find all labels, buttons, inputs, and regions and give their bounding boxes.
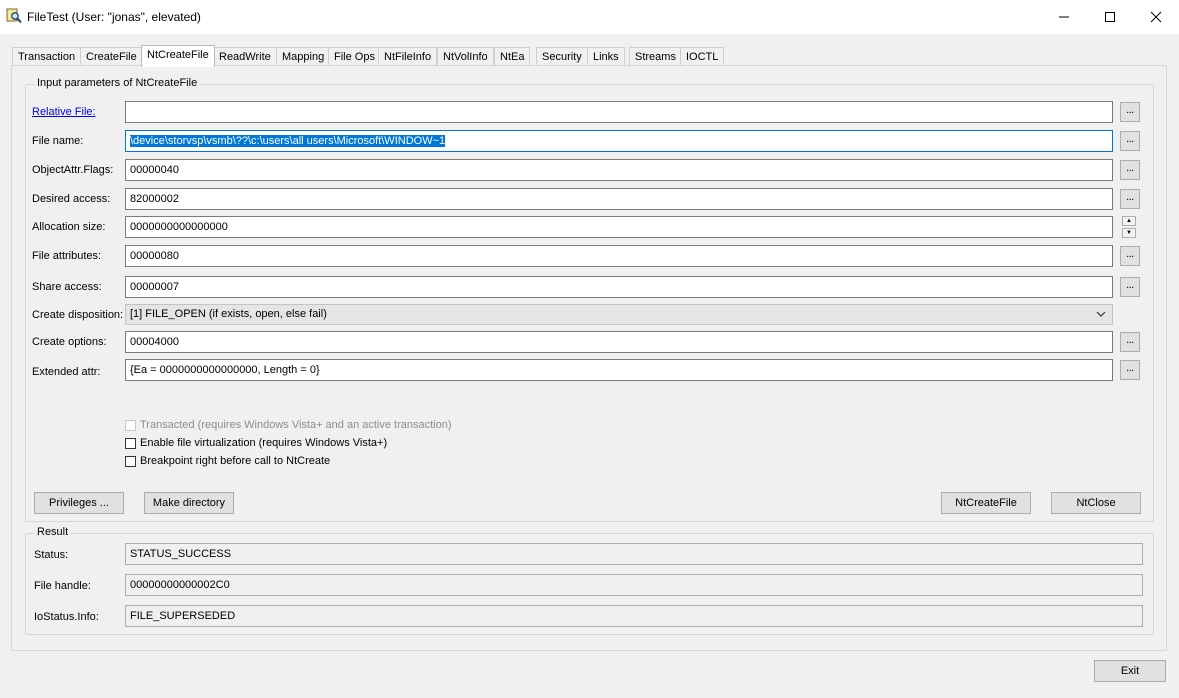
maximize-button[interactable] (1087, 0, 1133, 34)
extended-attr-input[interactable]: {Ea = 0000000000000000, Length = 0} (125, 359, 1113, 381)
allocation-size-spinner[interactable]: ▲ ▼ (1122, 216, 1136, 238)
relative-file-browse-button[interactable]: ... (1120, 102, 1140, 122)
tab-mapping[interactable]: Mapping (276, 47, 331, 66)
title-bar[interactable]: FileTest (User: "jonas", elevated) (0, 0, 1179, 34)
transacted-checkbox-box[interactable] (125, 419, 136, 431)
file-name-browse-button[interactable]: ... (1120, 131, 1140, 151)
minimize-icon (1059, 16, 1069, 18)
desired-access-browse-button[interactable]: ... (1120, 189, 1140, 209)
close-icon (1150, 11, 1162, 23)
input-parameters-group: Input parameters of NtCreateFile Relativ… (25, 77, 1154, 522)
iostatus-info-label: IoStatus.Info: (34, 611, 99, 623)
extended-attr-browse-button[interactable]: ... (1120, 360, 1140, 380)
create-options-label: Create options: (32, 336, 107, 348)
spin-up-icon[interactable]: ▲ (1122, 216, 1136, 226)
file-handle-label: File handle: (34, 580, 91, 592)
create-options-input[interactable]: 00004000 (125, 331, 1113, 353)
maximize-icon (1105, 12, 1115, 22)
magnifier-app-icon (6, 8, 22, 24)
create-disposition-select[interactable]: [1] FILE_OPEN (if exists, open, else fai… (125, 304, 1113, 325)
privileges-button[interactable]: Privileges ... (34, 492, 124, 514)
window-title: FileTest (User: "jonas", elevated) (27, 10, 201, 24)
tab-file-ops[interactable]: File Ops (328, 47, 381, 66)
share-access-label: Share access: (32, 281, 102, 293)
relative-file-input[interactable] (125, 101, 1113, 123)
create-disposition-value: [1] FILE_OPEN (if exists, open, else fai… (130, 308, 327, 320)
chevron-down-icon (1096, 311, 1106, 317)
tab-createfile[interactable]: CreateFile (80, 47, 143, 66)
file-name-input[interactable]: \device\storvsp\vsmb\??\c:\users\all use… (125, 130, 1113, 152)
virtualization-checkbox-box[interactable] (125, 437, 136, 449)
transacted-checkbox-label: Transacted (requires Windows Vista+ and … (140, 419, 452, 431)
tab-ntfileinfo[interactable]: NtFileInfo (378, 47, 438, 66)
share-access-input[interactable]: 00000007 (125, 276, 1113, 298)
tab-links[interactable]: Links (587, 47, 625, 66)
tab-streams[interactable]: Streams (629, 47, 682, 66)
status-label: Status: (34, 549, 69, 561)
allocation-size-input[interactable]: 0000000000000000 (125, 216, 1113, 238)
tab-ioctl[interactable]: IOCTL (680, 47, 725, 66)
tab-readwrite[interactable]: ReadWrite (213, 47, 277, 66)
allocation-size-label: Allocation size: (32, 221, 106, 233)
create-disposition-label: Create disposition: (32, 309, 124, 321)
tab-panel: Input parameters of NtCreateFile Relativ… (11, 65, 1167, 651)
exit-button[interactable]: Exit (1094, 660, 1166, 682)
iostatus-info-value: FILE_SUPERSEDED (125, 605, 1143, 627)
result-group: Result Status: STATUS_SUCCESS File handl… (25, 526, 1154, 635)
tab-ntcreatefile[interactable]: NtCreateFile (141, 45, 215, 67)
ntclose-button[interactable]: NtClose (1051, 492, 1141, 514)
tab-ntea[interactable]: NtEa (494, 47, 531, 66)
tab-transaction[interactable]: Transaction (12, 47, 82, 66)
create-options-browse-button[interactable]: ... (1120, 332, 1140, 352)
file-attributes-label: File attributes: (32, 250, 102, 262)
file-attributes-input[interactable]: 00000080 (125, 245, 1113, 267)
status-value: STATUS_SUCCESS (125, 543, 1143, 565)
spin-down-icon[interactable]: ▼ (1122, 228, 1136, 238)
virtualization-checkbox-label: Enable file virtualization (requires Win… (140, 437, 388, 449)
file-name-selected-text: \device\storvsp\vsmb\??\c:\users\all use… (130, 135, 446, 147)
extended-attr-label: Extended attr: (32, 366, 101, 378)
transacted-checkbox[interactable]: Transacted (requires Windows Vista+ and … (125, 419, 452, 431)
ntcreatefile-button[interactable]: NtCreateFile (941, 492, 1031, 514)
object-attr-flags-browse-button[interactable]: ... (1120, 160, 1140, 180)
input-parameters-title: Input parameters of NtCreateFile (34, 77, 201, 89)
tab-security[interactable]: Security (536, 47, 588, 66)
tab-ntvolinfo[interactable]: NtVolInfo (437, 47, 494, 66)
file-handle-value: 00000000000002C0 (125, 574, 1143, 596)
make-directory-button[interactable]: Make directory (144, 492, 234, 514)
relative-file-link[interactable]: Relative File: (32, 106, 96, 118)
file-name-label: File name: (32, 135, 84, 147)
virtualization-checkbox[interactable]: Enable file virtualization (requires Win… (125, 437, 387, 449)
minimize-button[interactable] (1041, 0, 1087, 34)
object-attr-flags-input[interactable]: 00000040 (125, 159, 1113, 181)
object-attr-flags-label: ObjectAttr.Flags: (32, 164, 114, 176)
share-access-browse-button[interactable]: ... (1120, 277, 1140, 297)
breakpoint-checkbox-label: Breakpoint right before call to NtCreate (140, 455, 331, 467)
close-button[interactable] (1133, 0, 1179, 34)
file-attributes-browse-button[interactable]: ... (1120, 246, 1140, 266)
result-title: Result (34, 526, 72, 538)
breakpoint-checkbox-box[interactable] (125, 455, 136, 467)
breakpoint-checkbox[interactable]: Breakpoint right before call to NtCreate (125, 455, 330, 467)
desired-access-label: Desired access: (32, 193, 111, 205)
desired-access-input[interactable]: 82000002 (125, 188, 1113, 210)
